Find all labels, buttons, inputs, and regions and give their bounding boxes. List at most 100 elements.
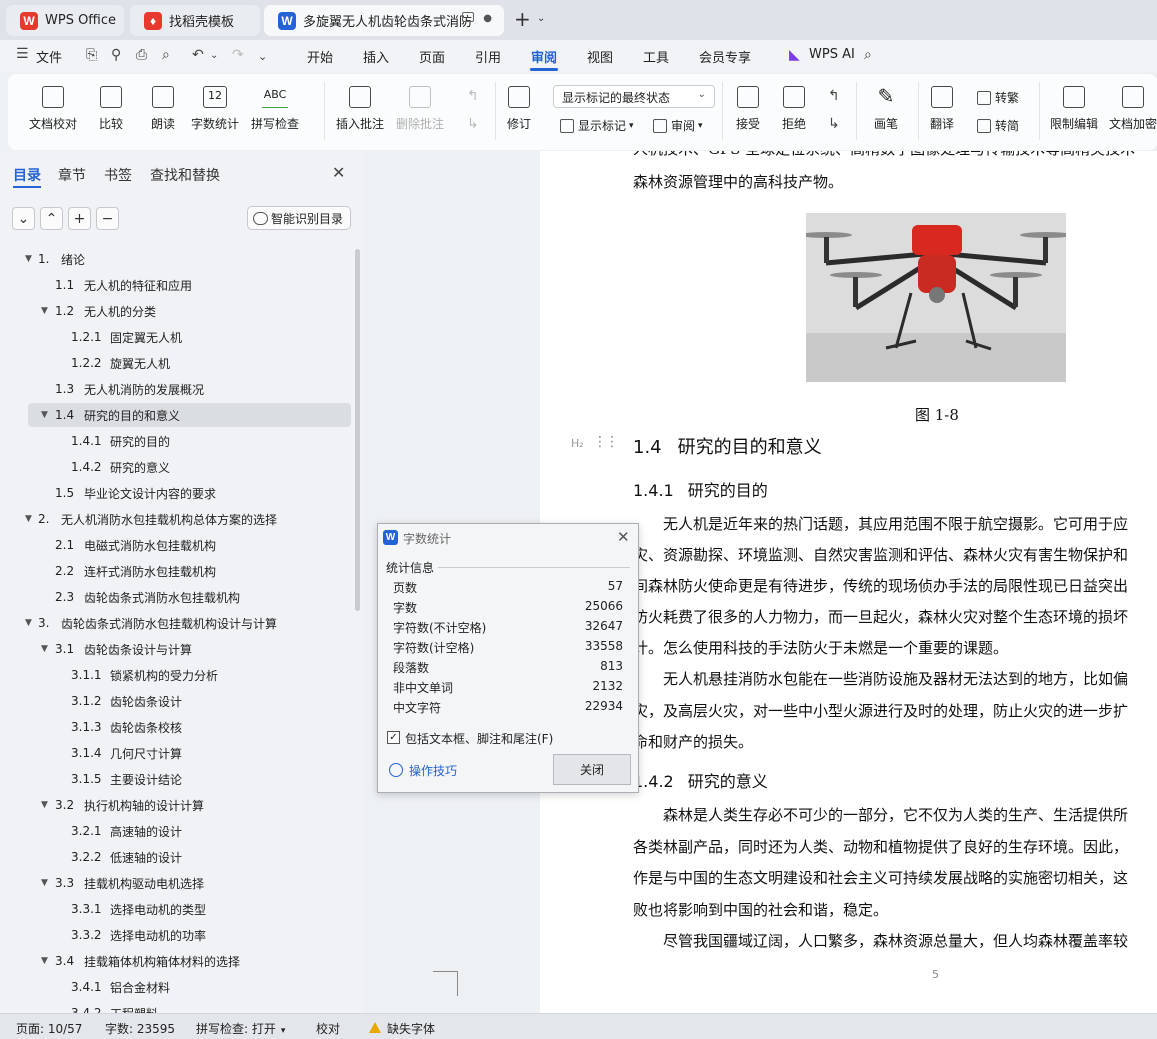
redo-icon[interactable]: ↷ [232, 47, 244, 63]
collapse-arrow-icon[interactable]: ▼ [41, 410, 48, 420]
toc-item[interactable]: ▼ 1.2 无人机的分类 [0, 299, 350, 323]
toc-item[interactable]: 2.2 连杆式消防水包挂载机构 [0, 559, 350, 583]
delete-comment-button[interactable]: 删除批注 [396, 86, 444, 132]
menu-start[interactable]: 开始 [307, 47, 333, 66]
monitor-icon[interactable] [462, 12, 474, 22]
word-count-indicator[interactable]: 字数: 23595 [105, 1020, 175, 1037]
nav-tab-find-replace[interactable]: 查找和替换 [150, 165, 220, 185]
toc-item[interactable]: 1.2.2 旋翼无人机 [0, 351, 350, 375]
toc-item[interactable]: 3.1.3 齿轮齿条校核 [0, 715, 350, 739]
unsaved-dot-icon[interactable]: ● [483, 13, 492, 24]
toc-item[interactable]: ▼ 3.2 执行机构轴的设计计算 [0, 793, 350, 817]
toc-item[interactable]: 3.1.4 几何尺寸计算 [0, 741, 350, 765]
print-icon[interactable]: ⎙ [136, 47, 147, 63]
restrict-edit-button[interactable]: 限制编辑 [1050, 86, 1098, 132]
toc-item[interactable]: 3.1.1 锁紧机构的受力分析 [0, 663, 350, 687]
toc-item[interactable]: ▼ 3. 齿轮齿条式消防水包挂载机构设计与计算 [0, 611, 350, 635]
menu-review[interactable]: 审阅 [531, 47, 557, 66]
collapse-arrow-icon[interactable]: ▼ [41, 644, 48, 654]
doc-encrypt-button[interactable]: 文档加密 [1109, 86, 1157, 132]
close-icon[interactable]: ✕ [332, 163, 345, 182]
tab-templates[interactable]: ♦ 找稻壳模板 [130, 5, 260, 36]
translate-button[interactable]: 翻译 [930, 86, 954, 132]
hamburger-icon[interactable]: ☰ [16, 46, 29, 62]
collapse-arrow-icon[interactable]: ▼ [25, 514, 32, 524]
toc-item[interactable]: 2.3 齿轮齿条式消防水包挂载机构 [0, 585, 350, 609]
menu-member[interactable]: 会员专享 [699, 47, 751, 66]
to-traditional-button[interactable]: 转繁 [977, 89, 1019, 106]
smart-toc-button[interactable]: 智能识别目录 [247, 206, 351, 230]
reject-button[interactable]: 拒绝 [782, 86, 806, 132]
close-icon[interactable]: ✕ [617, 528, 630, 546]
page-indicator[interactable]: 页面: 10/57 [16, 1020, 82, 1037]
toc-item[interactable]: ▼ 3.3 挂载机构驱动电机选择 [0, 871, 350, 895]
collapse-arrow-icon[interactable]: ▼ [41, 306, 48, 316]
markup-mode-select[interactable]: 显示标记的最终状态 ⌄ [553, 85, 715, 108]
next-comment-icon[interactable]: ↳ [467, 116, 479, 132]
word-count-button[interactable]: 12 字数统计 [191, 86, 239, 132]
insert-comment-button[interactable]: 插入批注 [336, 86, 384, 132]
accept-button[interactable]: 接受 [736, 86, 760, 132]
compare-button[interactable]: 比较 [99, 86, 123, 132]
nav-tab-toc[interactable]: 目录 [13, 165, 41, 185]
pen-button[interactable]: ✎ 画笔 [874, 86, 898, 132]
toc-item[interactable]: ▼ 1.4 研究的目的和意义 [28, 403, 351, 427]
nav-scrollbar[interactable] [355, 249, 360, 611]
add-heading-button[interactable]: + [68, 207, 91, 230]
toc-item[interactable]: 3.4.1 铝合金材料 [0, 975, 350, 999]
toc-item[interactable]: ▼ 3.1 齿轮齿条设计与计算 [0, 637, 350, 661]
remove-heading-button[interactable]: − [96, 207, 119, 230]
save-icon[interactable]: ⎘ [86, 47, 97, 63]
menu-insert[interactable]: 插入 [363, 47, 389, 66]
toc-item[interactable]: 1.4.1 研究的目的 [0, 429, 350, 453]
toc-item[interactable]: ▼ 1. 绪论 [0, 247, 350, 271]
search-icon[interactable]: ⌕ [864, 47, 872, 63]
menu-file[interactable]: 文件 [36, 47, 62, 66]
nav-tab-bookmarks[interactable]: 书签 [104, 165, 132, 185]
toc-item[interactable]: 3.2.1 高速轴的设计 [0, 819, 350, 843]
missing-font-indicator[interactable]: 缺失字体 [387, 1020, 435, 1037]
heading-1-4[interactable]: 1.4 研究的目的和意义 [633, 433, 822, 459]
proof-indicator[interactable]: 校对 [316, 1020, 340, 1037]
tips-link[interactable]: 操作技巧 [409, 762, 457, 779]
chevron-down-icon[interactable]: ⌄ [258, 50, 267, 63]
menu-tools[interactable]: 工具 [643, 47, 669, 66]
undo-icon[interactable]: ↶ [192, 47, 204, 63]
previous-comment-icon[interactable]: ↰ [467, 88, 479, 104]
show-markup-button[interactable]: 显示标记 ▾ [560, 117, 634, 134]
collapse-arrow-icon[interactable]: ▼ [41, 800, 48, 810]
toc-item[interactable]: 1.3 无人机消防的发展概况 [0, 377, 350, 401]
revise-button[interactable]: 修订 [507, 86, 531, 132]
move-up-button[interactable]: ⌃ [40, 207, 63, 230]
toc-item[interactable]: 3.3.1 选择电动机的类型 [0, 897, 350, 921]
toc-item[interactable]: 3.2.2 低速轴的设计 [0, 845, 350, 869]
share-icon[interactable]: ⚲ [111, 47, 121, 63]
tab-document[interactable]: W 多旋翼无人机齿轮齿条式消防 ● [264, 5, 504, 36]
heading-1-4-1[interactable]: 1.4.1 研究的目的 [633, 477, 768, 501]
collapse-down-button[interactable]: ⌄ [12, 207, 35, 230]
toc-item[interactable]: 1.4.2 研究的意义 [0, 455, 350, 479]
include-notes-checkbox[interactable]: ✓ [387, 731, 400, 744]
drone-photo[interactable] [806, 213, 1066, 382]
toc-item[interactable]: 1.1 无人机的特征和应用 [0, 273, 350, 297]
toc-item[interactable]: 3.3.2 选择电动机的功率 [0, 923, 350, 947]
toc-item[interactable]: 3.1.2 齿轮齿条设计 [0, 689, 350, 713]
collapse-arrow-icon[interactable]: ▼ [25, 254, 32, 264]
toc-item[interactable]: ▼ 2. 无人机消防水包挂载机构总体方案的选择 [0, 507, 350, 531]
spell-check-button[interactable]: ABC 拼写检查 [251, 86, 299, 132]
print-preview-icon[interactable]: ⌕ [162, 47, 170, 63]
to-simplified-button[interactable]: 转简 [977, 117, 1019, 134]
spell-check-indicator[interactable]: 拼写检查: 打开 ▾ [196, 1020, 285, 1037]
next-change-icon[interactable]: ↳ [828, 116, 840, 132]
review-pane-button[interactable]: 审阅 ▾ [653, 117, 703, 134]
tab-wps-office[interactable]: W WPS Office [6, 5, 124, 36]
collapse-arrow-icon[interactable]: ▼ [41, 878, 48, 888]
collapse-arrow-icon[interactable]: ▼ [41, 956, 48, 966]
include-notes-label[interactable]: 包括文本框、脚注和尾注(F) [405, 730, 553, 747]
menu-references[interactable]: 引用 [475, 47, 501, 66]
doc-proof-button[interactable]: 文档校对 [29, 86, 77, 132]
collapse-arrow-icon[interactable]: ▼ [25, 618, 32, 628]
toc-item[interactable]: 3.1.5 主要设计结论 [0, 767, 350, 791]
menu-wps-ai[interactable]: WPS AI [809, 47, 855, 62]
toc-item[interactable]: ▼ 3.4 挂载箱体机构箱体材料的选择 [0, 949, 350, 973]
